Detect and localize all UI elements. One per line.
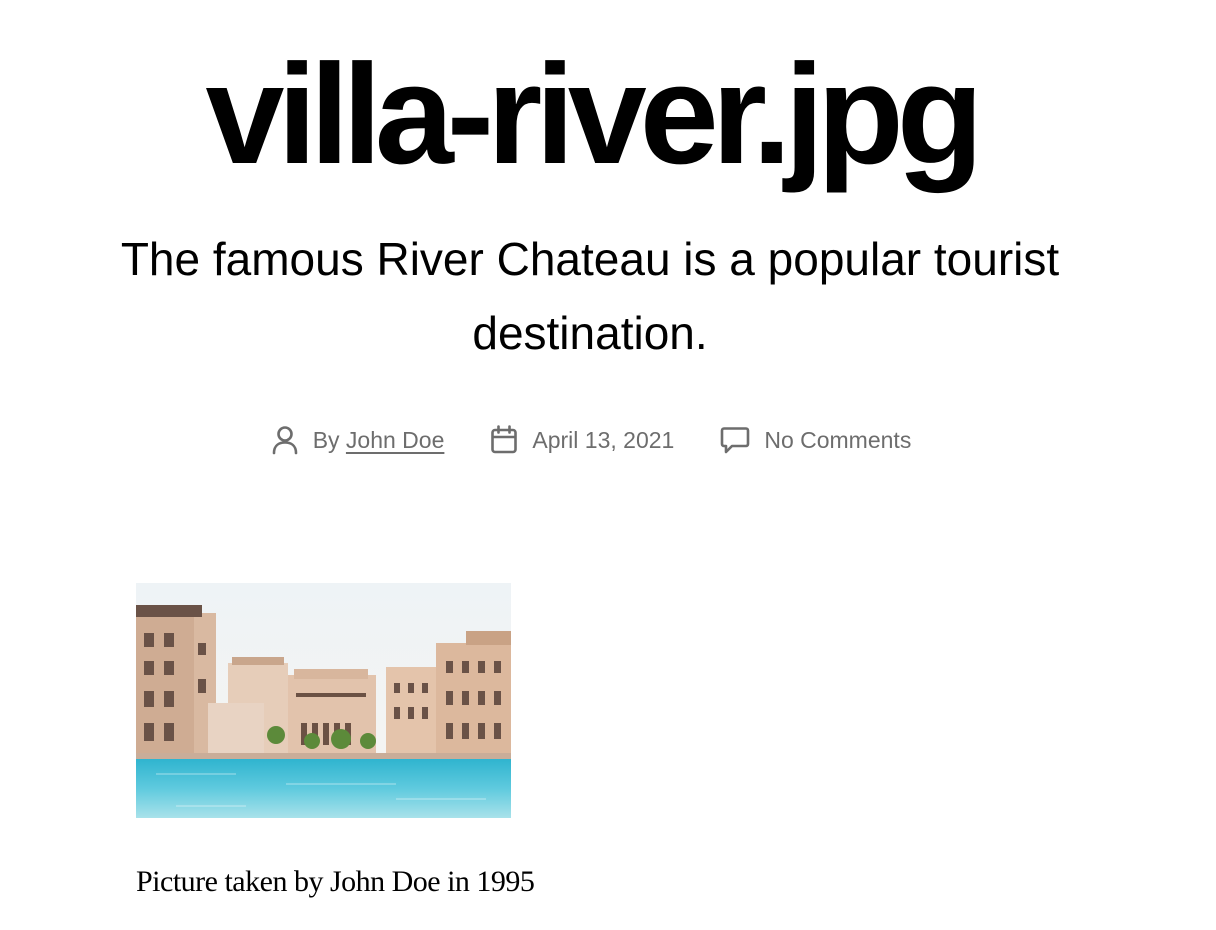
post-title: villa-river.jpg <box>205 35 983 194</box>
calendar-icon <box>490 425 518 455</box>
image-caption: Picture taken by John Doe in 1995 <box>136 865 535 898</box>
author-link[interactable]: John Doe <box>346 427 444 453</box>
comment-bubble-icon <box>720 425 750 455</box>
person-icon <box>271 425 299 455</box>
by-label: By <box>312 426 340 453</box>
post-author: By John Doe <box>271 425 444 455</box>
post-image <box>136 583 511 818</box>
post-date: April 13, 2021 <box>490 425 674 455</box>
comments-link[interactable]: No Comments <box>764 427 911 454</box>
post-page: villa-river.jpg The famous River Chateau… <box>0 0 1216 930</box>
post-meta: By John Doe April 13, 2021 No Comments <box>0 420 1182 460</box>
post-excerpt: The famous River Chateau is a popular to… <box>120 233 1060 359</box>
post-date-link[interactable]: April 13, 2021 <box>532 427 674 454</box>
post-comments: No Comments <box>720 425 911 455</box>
